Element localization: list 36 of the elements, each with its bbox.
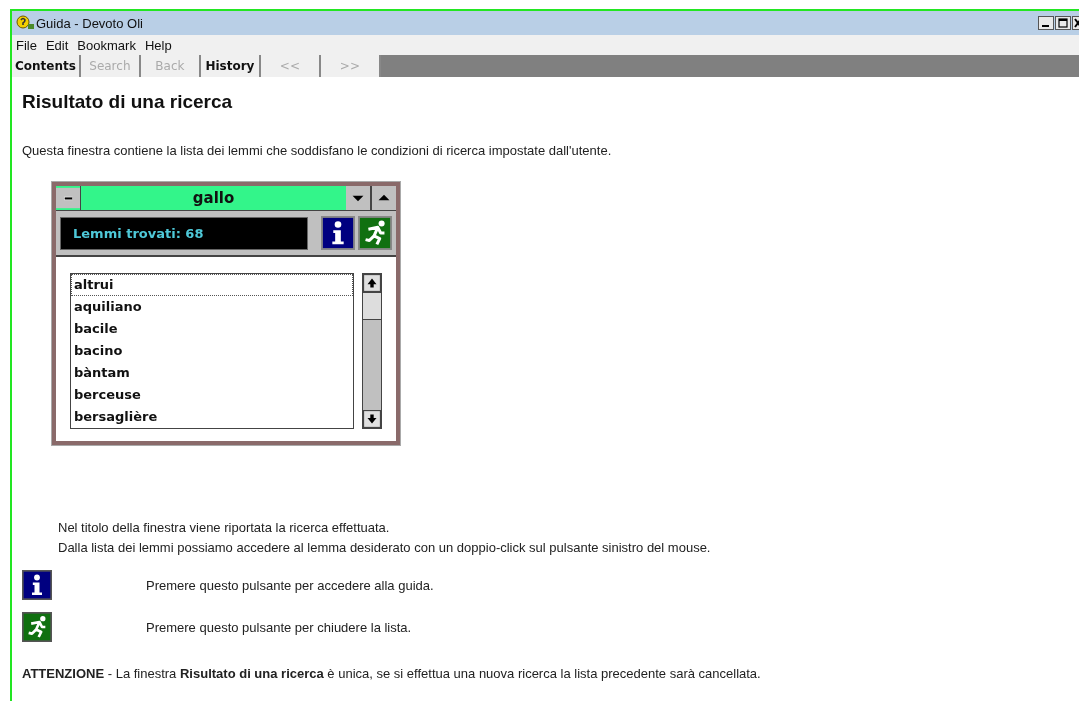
- menu-item[interactable]: Edit: [45, 37, 69, 53]
- maximize-button[interactable]: [371, 186, 396, 210]
- system-menu-button[interactable]: [56, 186, 81, 210]
- list-item[interactable]: bacile: [71, 318, 353, 340]
- minimize-button[interactable]: [1038, 16, 1054, 30]
- list-item[interactable]: bersaglière: [71, 406, 353, 428]
- list-item[interactable]: bacino: [71, 340, 353, 362]
- minimize-button[interactable]: [346, 186, 371, 210]
- running-man-button[interactable]: [358, 216, 392, 250]
- info-button[interactable]: [321, 216, 355, 250]
- button-description: Premere questo pulsante per accedere alla guida.: [146, 577, 434, 593]
- note-text: Nel titolo della finestra viene riportata la ricerca effettuata.: [58, 519, 391, 537]
- menu-item[interactable]: File: [16, 37, 37, 53]
- menu-item[interactable]: Help: [144, 37, 172, 53]
- result-count: Lemmi trovati: 68: [60, 216, 308, 250]
- button-description: Premere questo pulsante per chiudere la lista.: [146, 619, 412, 635]
- intro-text: Questa finestra contiene la lista dei lemmi che soddisfano le condizioni di ricerca impostate dall'utente.: [22, 143, 613, 158]
- help-icon: [16, 15, 34, 31]
- menu-item[interactable]: Bookmark: [77, 37, 136, 53]
- note-text: Dalla lista dei lemmi possiamo accedere al lemma desiderato con un doppio-click sul pulsante sinistro del mouse.: [58, 539, 712, 557]
- window-title: Guida - Devoto Oli: [36, 15, 143, 31]
- info-icon: [22, 570, 52, 600]
- list-item[interactable]: altrui: [71, 274, 353, 296]
- list-item[interactable]: berceuse: [71, 384, 353, 406]
- scrollbar[interactable]: [362, 273, 382, 429]
- scroll-thumb[interactable]: [363, 292, 381, 320]
- list-item[interactable]: aquiliano: [71, 296, 353, 318]
- list-item[interactable]: bàntam: [71, 362, 353, 384]
- result-window-title: gallo: [191, 188, 236, 209]
- warning-text: ATTENZIONE - La finestra Risultato di una ricerca è unica, se si effettua una nuova ricerca la lista precedente sarà cancellata.: [22, 666, 762, 681]
- toolbar-button[interactable]: Contents: [12, 55, 81, 77]
- running-man-icon: [22, 612, 52, 642]
- scroll-down-button[interactable]: [363, 410, 381, 428]
- scroll-up-button[interactable]: [363, 274, 381, 292]
- page-heading: Risultato di una ricerca: [22, 91, 234, 113]
- close-button[interactable]: [1072, 16, 1079, 30]
